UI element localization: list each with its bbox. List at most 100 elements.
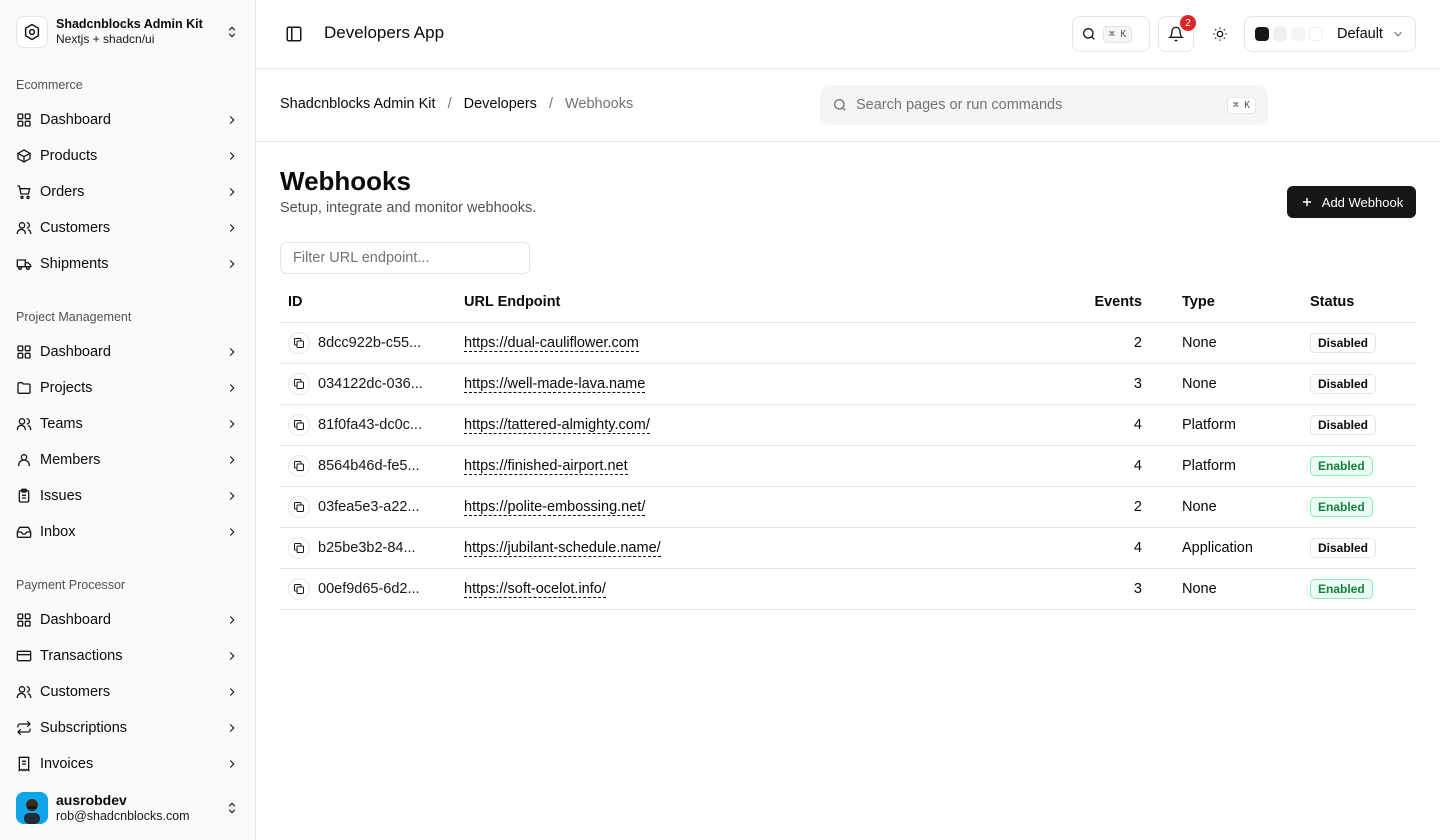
sidebar-item-products[interactable]: Products	[8, 140, 248, 172]
sidebar-toggle-button[interactable]	[284, 24, 304, 44]
team-switcher[interactable]: Shadcnblocks Admin Kit Nextjs + shadcn/u…	[8, 8, 248, 56]
chevron-right-icon	[224, 184, 240, 200]
table-row: 03fea5e3-a22... https://polite-embossing.…	[280, 487, 1416, 528]
copy-id-button[interactable]	[288, 373, 310, 395]
color-swatch	[1309, 27, 1323, 41]
table-row: b25be3b2-84... https://jubilant-schedule.…	[280, 528, 1416, 569]
url-endpoint-link[interactable]: https://tattered-almighty.com/	[464, 417, 650, 434]
sidebar-item-customers[interactable]: Customers	[8, 676, 248, 708]
copy-icon	[293, 337, 305, 349]
status-badge: Disabled	[1310, 333, 1377, 353]
url-endpoint-link[interactable]: https://well-made-lava.name	[464, 376, 646, 393]
cell-url: https://well-made-lava.name	[456, 376, 1076, 393]
search-icon	[834, 99, 846, 111]
breadcrumb-bar: Shadcnblocks Admin Kit / Developers / We…	[256, 69, 1440, 142]
chevrons-up-down-icon	[224, 800, 240, 816]
copy-id-button[interactable]	[288, 455, 310, 477]
sidebar-item-teams[interactable]: Teams	[8, 408, 248, 440]
sidebar-item-label: Transactions	[40, 648, 123, 664]
copy-icon	[293, 542, 305, 554]
chevron-right-icon	[224, 756, 240, 772]
sidebar-item-members[interactable]: Members	[8, 444, 248, 476]
user-icon	[16, 452, 32, 468]
sidebar-item-transactions[interactable]: Transactions	[8, 640, 248, 672]
copy-icon	[293, 378, 305, 390]
folder-icon	[16, 380, 32, 396]
search-button[interactable]: ⌘ K	[1072, 16, 1150, 52]
cell-id: 8dcc922b-c55...	[280, 332, 456, 354]
copy-id-button[interactable]	[288, 414, 310, 436]
webhook-id: 8564b46d-fe5...	[318, 458, 420, 474]
sidebar-item-label: Orders	[40, 184, 85, 200]
url-endpoint-link[interactable]: https://finished-airport.net	[464, 458, 628, 475]
sidebar-item-label: Customers	[40, 220, 111, 236]
url-endpoint-link[interactable]: https://dual-cauliflower.com	[464, 335, 639, 352]
user-menu[interactable]: ausrobdev rob@shadcnblocks.com	[8, 784, 248, 832]
plus-icon	[1302, 197, 1311, 207]
sidebar-item-dashboard[interactable]: Dashboard	[8, 104, 248, 136]
status-badge: Disabled	[1310, 415, 1377, 435]
cell-events: 3	[1133, 376, 1142, 392]
breadcrumb-parent[interactable]: Developers	[464, 96, 537, 112]
cell-events: 2	[1133, 499, 1142, 515]
copy-id-button[interactable]	[288, 537, 310, 559]
sidebar-item-inbox[interactable]: Inbox	[8, 516, 248, 548]
webhook-id: b25be3b2-84...	[318, 540, 416, 556]
column-header-type[interactable]: Type	[1166, 294, 1294, 310]
sidebar-item-customers[interactable]: Customers	[8, 212, 248, 244]
layout-grid-icon	[16, 112, 32, 128]
sidebar-item-label: Projects	[40, 380, 93, 396]
column-header-id[interactable]: ID	[280, 294, 456, 310]
sidebar-item-dashboard[interactable]: Dashboard	[8, 604, 248, 636]
cell-type: Platform	[1182, 417, 1236, 433]
chevron-right-icon	[224, 148, 240, 164]
chevron-right-icon	[224, 344, 240, 360]
copy-id-button[interactable]	[288, 332, 310, 354]
brand-logo-icon	[16, 16, 48, 48]
receipt-icon	[16, 756, 32, 772]
sidebar-item-invoices[interactable]: Invoices	[8, 748, 248, 780]
column-header-status[interactable]: Status	[1294, 294, 1416, 310]
column-header-url[interactable]: URL Endpoint	[456, 294, 1076, 310]
credit-card-icon	[16, 648, 32, 664]
sidebar-item-label: Inbox	[40, 524, 76, 540]
url-endpoint-link[interactable]: https://polite-embossing.net/	[464, 499, 646, 516]
cell-events: 4	[1133, 458, 1142, 474]
url-endpoint-link[interactable]: https://jubilant-schedule.name/	[464, 540, 661, 557]
chevron-right-icon	[224, 524, 240, 540]
filter-url-input[interactable]	[280, 242, 530, 274]
theme-toggle-button[interactable]	[1202, 16, 1238, 52]
sidebar-item-label: Issues	[40, 488, 82, 504]
notification-badge: 2	[1180, 15, 1196, 31]
theme-preset-select[interactable]: Default	[1244, 16, 1416, 52]
layout-grid-icon	[16, 612, 32, 628]
sidebar-item-issues[interactable]: Issues	[8, 480, 248, 512]
cell-url: https://tattered-almighty.com/	[456, 417, 1076, 434]
url-endpoint-link[interactable]: https://soft-ocelot.info/	[464, 581, 606, 598]
cell-status: Enabled	[1294, 579, 1416, 599]
breadcrumb-root[interactable]: Shadcnblocks Admin Kit	[280, 96, 436, 112]
command-search[interactable]: ⌘ K	[820, 85, 1268, 125]
color-swatch	[1291, 27, 1305, 41]
sidebar-item-subscriptions[interactable]: Subscriptions	[8, 712, 248, 744]
webhook-id: 034122dc-036...	[318, 376, 423, 392]
status-badge: Disabled	[1310, 374, 1377, 394]
breadcrumb-current: Webhooks	[564, 96, 634, 112]
sidebar-item-projects[interactable]: Projects	[8, 372, 248, 404]
cell-url: https://dual-cauliflower.com	[456, 335, 1076, 352]
users-icon	[16, 220, 32, 236]
cell-type: None	[1182, 335, 1217, 351]
status-badge: Disabled	[1310, 538, 1377, 558]
copy-id-button[interactable]	[288, 578, 310, 600]
column-header-events[interactable]: Events	[1076, 294, 1166, 310]
copy-id-button[interactable]	[288, 496, 310, 518]
add-webhook-button[interactable]: Add Webhook	[1287, 186, 1416, 218]
sidebar-item-label: Invoices	[40, 756, 94, 772]
sidebar-group-label: Payment Processor	[16, 578, 126, 592]
sidebar-item-orders[interactable]: Orders	[8, 176, 248, 208]
command-search-input[interactable]	[856, 97, 1227, 113]
sidebar-item-dashboard[interactable]: Dashboard	[8, 336, 248, 368]
sidebar-item-shipments[interactable]: Shipments	[8, 248, 248, 280]
table-header: ID URL Endpoint Events Type Status	[280, 282, 1416, 323]
search-shortcut: ⌘ K	[1103, 25, 1133, 43]
